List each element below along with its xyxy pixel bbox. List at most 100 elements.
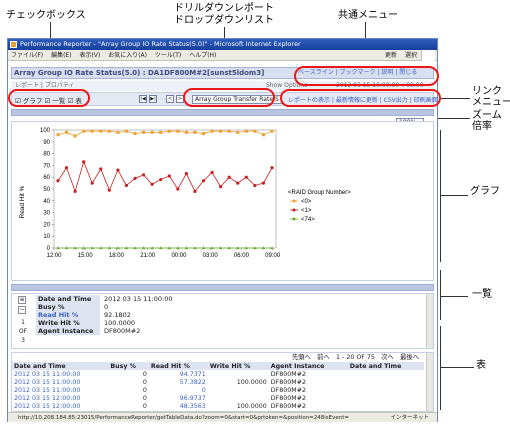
table-cell[interactable]: 2012 03 15 11:00:00 [12, 370, 108, 378]
status-zone: インターネット [390, 415, 429, 421]
table-cell [348, 370, 424, 378]
list-value: 92.1802 [104, 311, 131, 319]
y-tick-label: 0 [47, 246, 51, 252]
x-tick-label: 06:00 [234, 253, 250, 259]
expand-icon[interactable]: ≡ [18, 296, 26, 304]
y-tick-label: 30 [43, 211, 50, 217]
table-cell[interactable]: 57.3822 [149, 378, 208, 386]
table-cell[interactable]: 94.7371 [149, 370, 208, 378]
data-point [193, 130, 197, 134]
menu-view[interactable]: 表示(V) [79, 52, 100, 59]
legend-marker [292, 217, 296, 221]
list-label: Agent Instance [36, 327, 100, 335]
table-cell[interactable]: 0 [149, 386, 208, 394]
data-point [142, 130, 146, 134]
column-header[interactable]: Write Hit % [207, 362, 269, 370]
legend-marker [292, 199, 296, 203]
leader-graph [440, 195, 468, 196]
list-row: Agent Instance DF800M#2 [36, 327, 176, 335]
data-point [65, 130, 69, 134]
data-point [116, 130, 120, 134]
table-scrollbar[interactable] [426, 353, 433, 411]
data-point [184, 172, 188, 176]
data-table: Date and Time Busy % Read Hit % Write Hi… [12, 362, 424, 411]
list-scrollbar[interactable] [426, 294, 433, 348]
plot-area [53, 129, 277, 249]
table-cell: DF800M#2 [270, 386, 306, 394]
table-row: 2012 03 15 11:00:00 0 94.7371 DF800M#2 [12, 370, 424, 378]
menu-tools[interactable]: ツール(T) [155, 52, 181, 59]
select-button[interactable]: 選択 [405, 52, 417, 59]
data-point [270, 129, 274, 133]
collapse-icon[interactable]: − [18, 306, 26, 314]
data-point [261, 133, 265, 137]
table-cell [208, 394, 269, 402]
breadcrumb[interactable]: レポート | プロパティ [15, 82, 74, 89]
refresh-button[interactable]: 更新 [385, 52, 397, 59]
data-point [184, 130, 188, 134]
column-header[interactable]: Agent Instance [268, 362, 348, 370]
table-cell: 0 [142, 402, 147, 410]
data-point [159, 177, 163, 182]
column-header[interactable]: Read Hit % [148, 362, 208, 370]
nav-first-button[interactable]: |◀ [139, 95, 147, 103]
data-point [236, 130, 240, 134]
legend-label: <1> [301, 208, 312, 214]
column-header[interactable]: Date and Time [12, 362, 109, 370]
list-label[interactable]: Read Hit % [36, 311, 100, 319]
data-point [99, 167, 103, 171]
report-title: Array Group IO Rate Status(5.0) : DA1DF8… [14, 69, 265, 77]
x-tick-label: 18:00 [109, 253, 125, 259]
y-tick-label: 80 [43, 152, 50, 158]
data-point [64, 166, 69, 170]
y-tick-label: 70 [43, 163, 50, 169]
data-point [201, 179, 206, 183]
data-point [176, 187, 180, 191]
callout-common-menu: 共通メニュー [338, 10, 398, 21]
table-cell[interactable]: 2012 03 15 11:00:00 [12, 378, 108, 386]
table-cell: 100.0000 [236, 402, 267, 410]
data-point [236, 181, 240, 185]
table-cell: 0 [142, 394, 147, 402]
list-label: Date and Time [36, 295, 100, 303]
data-point [73, 189, 77, 193]
data-point [193, 189, 197, 193]
callout-list: 一覧 [472, 289, 492, 300]
list-row: Busy % 0 [36, 303, 176, 311]
table-cell[interactable]: 2012 03 15 11:00:00 [12, 386, 108, 394]
y-tick-label: 100 [40, 128, 51, 134]
table-cell[interactable]: 48.3563 [149, 402, 208, 410]
list-label: Write Hit % [36, 319, 100, 327]
data-point [167, 174, 171, 178]
x-tick-label: 15:00 [78, 253, 94, 259]
bracket-table [440, 326, 441, 410]
callout-drilldown-1: ドリルダウンレポート [174, 3, 274, 14]
nav-last-button[interactable]: ▶| [149, 95, 157, 103]
table-cell[interactable]: 2012 03 15 12:00:00 [12, 402, 108, 410]
status-url: http://10.208.184.85:23015/PerformanceRe… [18, 415, 350, 421]
callout-drilldown-2: ドロップダウンリスト [174, 15, 274, 26]
data-point [82, 160, 86, 164]
menu-favorites[interactable]: お気に入り(A) [108, 52, 147, 59]
table-cell[interactable]: 2012 03 15 12:00:00 [12, 394, 108, 402]
x-tick-label: 12:00 [46, 253, 62, 259]
callout-checkbox: チェックボックス [6, 10, 86, 21]
menu-edit[interactable]: 編集(E) [51, 52, 71, 59]
menu-file[interactable]: ファイル(F) [11, 52, 43, 59]
table-cell: 0 [142, 378, 147, 386]
column-header[interactable]: Busy % [108, 362, 149, 370]
list-value: 100.0000 [104, 319, 136, 327]
data-point [56, 179, 60, 183]
table-pager[interactable]: 先頭へ 前へ 1 - 20 OF 75 次へ 最後へ [12, 353, 433, 362]
windows-logo-icon [421, 50, 435, 61]
menu-help[interactable]: ヘルプ(H) [189, 52, 216, 59]
status-bar: http://10.208.184.85:23015/PerformanceRe… [8, 412, 437, 422]
table-cell[interactable]: 96.9737 [149, 394, 208, 402]
column-header[interactable]: Date and Time [347, 362, 424, 370]
title-bar: Performance Reporter - "Array Group IO R… [8, 39, 437, 50]
list-panel-header [11, 284, 434, 291]
x-tick-label: 09:00 [265, 253, 281, 259]
data-point [176, 129, 180, 133]
highlight-link-menu [280, 89, 441, 107]
nav-prev-button[interactable]: < [166, 95, 174, 103]
